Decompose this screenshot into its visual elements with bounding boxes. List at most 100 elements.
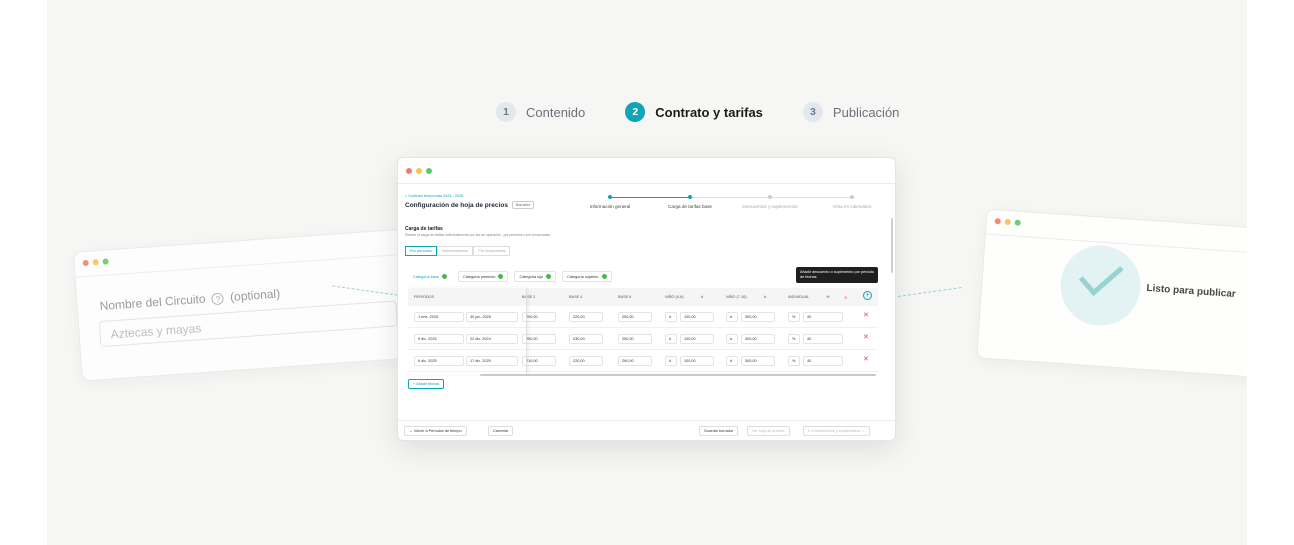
date-from[interactable]: 6 dic. 2025: [414, 356, 464, 366]
delete-row-icon[interactable]: ✕: [863, 334, 869, 342]
date-from[interactable]: 1 ene. 2025: [414, 312, 464, 322]
date-to[interactable]: 22 dic. 2024: [466, 334, 518, 344]
curr-select[interactable]: #: [701, 295, 703, 299]
minimize-dot-icon[interactable]: [416, 167, 422, 174]
tab-categoria-base[interactable]: Categoría base: [408, 271, 452, 282]
price-base4[interactable]: 230,00: [569, 334, 603, 344]
tab-label: Categoría superior: [567, 274, 599, 279]
unit-select[interactable]: %: [826, 295, 829, 299]
price-nino-7-16[interactable]: 300,00: [741, 312, 775, 322]
price-base2[interactable]: 210,00: [522, 356, 556, 366]
tab-categoria-premium[interactable]: Categoría premium: [457, 271, 509, 282]
unit-select[interactable]: #: [665, 356, 677, 366]
footer-bar: ← Volver a Períodos de tiempo Cancelar G…: [398, 420, 895, 440]
mode-por-temporadas[interactable]: Por temporadas: [473, 246, 511, 256]
horizontal-scrollbar[interactable]: [480, 374, 876, 376]
price-nino-0-6[interactable]: 100,00: [680, 356, 714, 366]
table-row: 6 dic. 2025 17 dic. 2025 210,00 220,00 2…: [408, 350, 878, 372]
step-publicacion[interactable]: 3 Publicación: [802, 102, 899, 122]
price-individual[interactable]: 40: [803, 334, 843, 344]
date-to[interactable]: 30 jun. 2025: [466, 312, 518, 322]
curr-select[interactable]: #: [764, 295, 766, 299]
ready-card: Listo para publicar: [976, 208, 1247, 382]
delete-row-icon[interactable]: ✕: [863, 356, 869, 364]
breadcrumb[interactable]: < Contrato temporada 2024 - 2025: [405, 194, 463, 198]
tooltip: Añadir descuento o suplemento por períod…: [796, 267, 878, 283]
price-base2[interactable]: 200,00: [522, 312, 556, 322]
maximize-dot-icon: [102, 258, 109, 265]
price-base4[interactable]: 220,00: [569, 356, 603, 366]
wizard-step-calendario[interactable]: Vista en calendario: [833, 204, 872, 209]
col-base6: BASE 6: [618, 295, 632, 299]
step-number: 3: [802, 102, 823, 122]
load-mode-toggle: Por períodos Individualmente Por tempora…: [405, 246, 511, 256]
unit-select[interactable]: %: [788, 312, 800, 322]
window-controls: [82, 258, 109, 267]
price-nino-0-6[interactable]: 100,00: [680, 334, 714, 344]
mode-por-periodos[interactable]: Por períodos: [405, 246, 437, 256]
check-ok-icon: [498, 274, 504, 279]
view-prices-button[interactable]: Ver hoja de precios: [747, 426, 790, 436]
date-to[interactable]: 17 dic. 2025: [466, 356, 518, 366]
maximize-dot-icon[interactable]: [426, 167, 432, 174]
price-base4[interactable]: 220,00: [569, 312, 603, 322]
tab-label: Categoría lujo: [519, 274, 544, 279]
wizard-step-descuentos[interactable]: Descuentos y suplementos: [742, 204, 797, 209]
unit-select[interactable]: %: [788, 356, 800, 366]
wizard-step-tarifas[interactable]: Carga de tarifas base: [668, 204, 712, 209]
price-nino-7-16[interactable]: 300,00: [741, 356, 775, 366]
table-row: 1 ene. 2025 30 jun. 2025 200,00 220,00 2…: [408, 306, 878, 328]
pricing-window: < Contrato temporada 2024 - 2025 Configu…: [397, 157, 896, 441]
table-header: PERIODOS BASE 2 BASE 4 BASE 6 NIÑO (0-6)…: [408, 288, 878, 306]
check-ok-icon: [546, 274, 552, 279]
close-dot-icon[interactable]: [406, 167, 412, 174]
price-base2[interactable]: 250,00: [522, 334, 556, 344]
price-base6[interactable]: 250,00: [618, 312, 652, 322]
check-ok-icon: [601, 274, 607, 279]
step-contrato-tarifas[interactable]: 2 Contrato y tarifas: [625, 102, 763, 122]
tab-label: Categoría premium: [462, 274, 496, 279]
wizard-dot-icon: [688, 195, 692, 199]
clear-icon[interactable]: ✕: [844, 295, 847, 300]
close-dot-icon: [994, 218, 1001, 225]
price-individual[interactable]: 40: [803, 312, 843, 322]
wizard-step-info[interactable]: Información general: [590, 204, 631, 209]
unit-select[interactable]: #: [726, 312, 738, 322]
col-base4: BASE 4: [569, 295, 583, 299]
vertical-scrollbar[interactable]: [891, 218, 893, 273]
wizard-steps: Información general Carga de tarifas bas…: [568, 194, 883, 214]
circuit-name-label: Nombre del Circuito ? (optional): [99, 287, 280, 314]
price-individual[interactable]: 40: [803, 356, 843, 366]
col-periodos: PERIODOS: [414, 295, 435, 299]
field-label: Nombre del Circuito: [99, 291, 207, 314]
cancel-button[interactable]: Cancelar: [488, 426, 514, 436]
delete-row-icon[interactable]: ✕: [863, 312, 869, 320]
tab-categoria-superior[interactable]: Categoría superior: [562, 271, 612, 282]
window-controls: [994, 218, 1021, 226]
unit-select[interactable]: #: [726, 334, 738, 344]
add-dates-button[interactable]: + Añadir fechas: [408, 379, 445, 389]
price-base6[interactable]: 260,00: [618, 356, 652, 366]
optional-hint: (optional): [229, 286, 281, 304]
unit-select[interactable]: #: [665, 334, 677, 344]
maximize-dot-icon: [1014, 219, 1021, 226]
price-base6[interactable]: 250,00: [618, 334, 652, 344]
tab-label: Categoría base: [413, 274, 439, 279]
status-badge: Borrador: [511, 201, 534, 209]
back-button[interactable]: ← Volver a Períodos de tiempo: [404, 426, 467, 436]
tab-categoria-lujo[interactable]: Categoría lujo: [514, 271, 557, 282]
help-icon[interactable]: ?: [211, 292, 225, 306]
next-button[interactable]: Ir a Descuentos y suplementos →: [803, 426, 870, 436]
add-supplement-icon[interactable]: +: [863, 291, 872, 300]
save-draft-button[interactable]: Guardar borrador: [699, 426, 739, 436]
step-contenido[interactable]: 1 Contenido: [496, 102, 585, 122]
unit-select[interactable]: %: [788, 334, 800, 344]
step-number: 2: [625, 102, 646, 122]
price-nino-0-6[interactable]: 100,00: [680, 312, 714, 322]
price-nino-7-16[interactable]: 300,00: [741, 334, 775, 344]
unit-select[interactable]: #: [665, 312, 677, 322]
unit-select[interactable]: #: [726, 356, 738, 366]
date-from[interactable]: 9 dic. 2025: [414, 334, 464, 344]
divider: [75, 253, 408, 278]
mode-individual[interactable]: Individualmente: [436, 246, 474, 256]
